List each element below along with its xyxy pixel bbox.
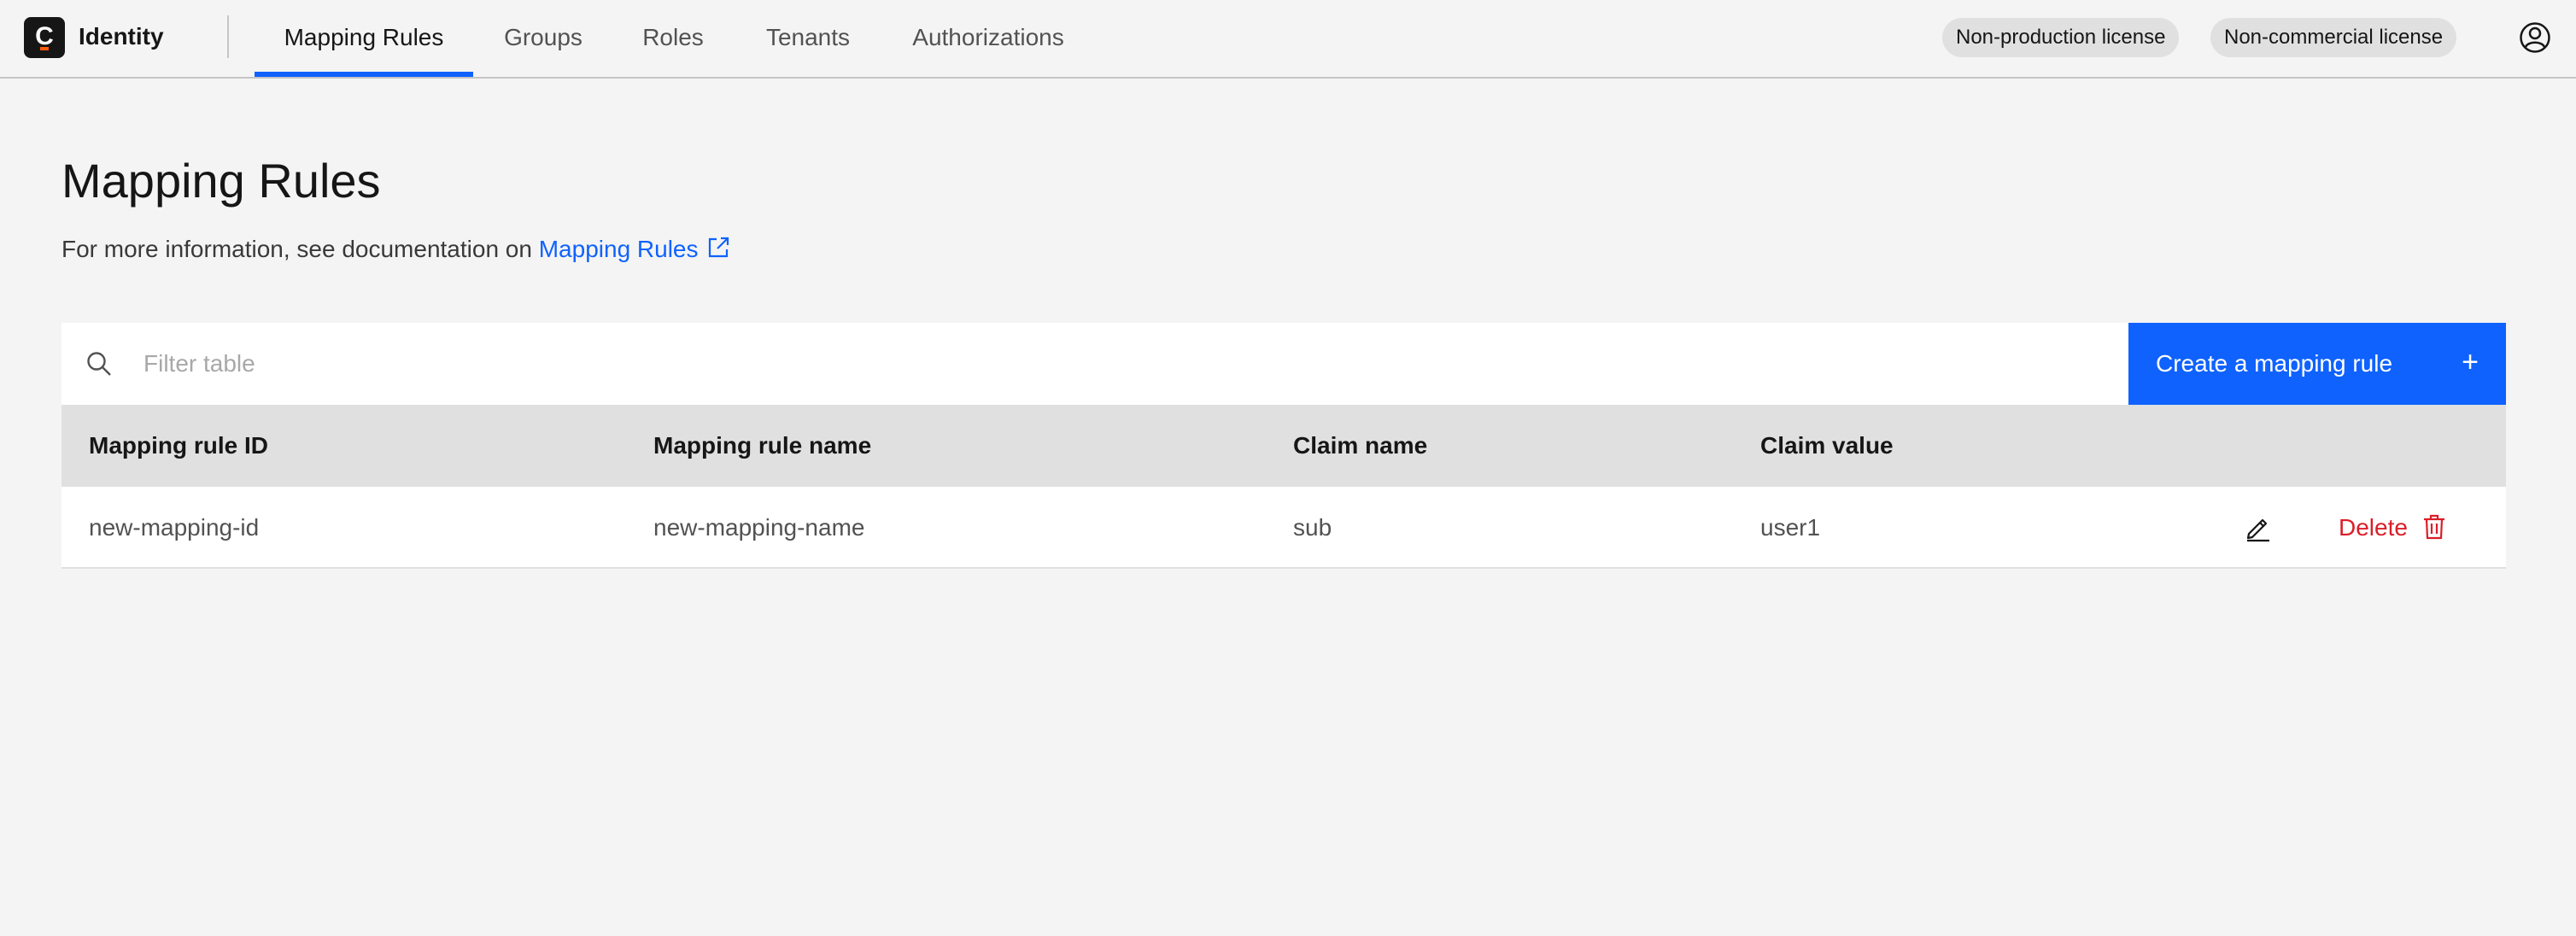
documentation-info: For more information, see documentation … <box>61 234 731 265</box>
tab-roles[interactable]: Roles <box>629 0 717 77</box>
delete-button[interactable]: Delete <box>2339 487 2447 569</box>
non-commercial-license-tag[interactable]: Non-commercial license <box>2210 18 2457 57</box>
table-row: new-mapping-id new-mapping-name sub user… <box>61 487 2506 569</box>
cell-claim-name: sub <box>1293 514 1332 541</box>
plus-icon: + <box>2462 346 2479 378</box>
top-header: C Identity Mapping Rules Groups Roles Te… <box>0 0 2576 79</box>
logo-accent-bar <box>40 47 49 50</box>
edit-icon[interactable] <box>2239 509 2277 547</box>
column-header-mapping-rule-name[interactable]: Mapping rule name <box>653 405 871 487</box>
cell-claim-value: user1 <box>1760 514 1821 541</box>
tab-groups[interactable]: Groups <box>490 0 596 77</box>
create-button-label: Create a mapping rule <box>2156 350 2393 377</box>
non-production-license-tag[interactable]: Non-production license <box>1942 18 2180 57</box>
column-header-mapping-rule-id[interactable]: Mapping rule ID <box>89 405 268 487</box>
table-header-row: Mapping rule ID Mapping rule name Claim … <box>61 405 2506 487</box>
page-title: Mapping Rules <box>61 154 381 208</box>
user-avatar-icon[interactable] <box>2518 20 2552 55</box>
delete-label: Delete <box>2339 514 2408 541</box>
tab-tenants[interactable]: Tenants <box>748 0 868 77</box>
cell-mapping-rule-name: new-mapping-name <box>653 514 865 541</box>
trash-icon <box>2423 514 2444 540</box>
column-header-claim-name[interactable]: Claim name <box>1293 405 1427 487</box>
filter-table-input[interactable] <box>143 323 2108 405</box>
cell-mapping-rule-id: new-mapping-id <box>89 514 260 541</box>
info-text: For more information, see documentation … <box>61 236 539 262</box>
app-logo[interactable]: C <box>24 17 65 58</box>
mapping-rules-doc-link[interactable]: Mapping Rules <box>539 236 731 262</box>
header-divider <box>227 15 229 58</box>
tab-mapping-rules[interactable]: Mapping Rules <box>255 0 473 77</box>
app-name[interactable]: Identity <box>79 22 164 51</box>
tab-authorizations[interactable]: Authorizations <box>899 0 1078 77</box>
column-header-claim-value[interactable]: Claim value <box>1760 405 1894 487</box>
search-icon <box>87 352 111 376</box>
doc-link-label: Mapping Rules <box>538 236 699 262</box>
create-mapping-rule-button[interactable]: Create a mapping rule + <box>2128 323 2506 405</box>
external-link-icon <box>708 237 729 258</box>
